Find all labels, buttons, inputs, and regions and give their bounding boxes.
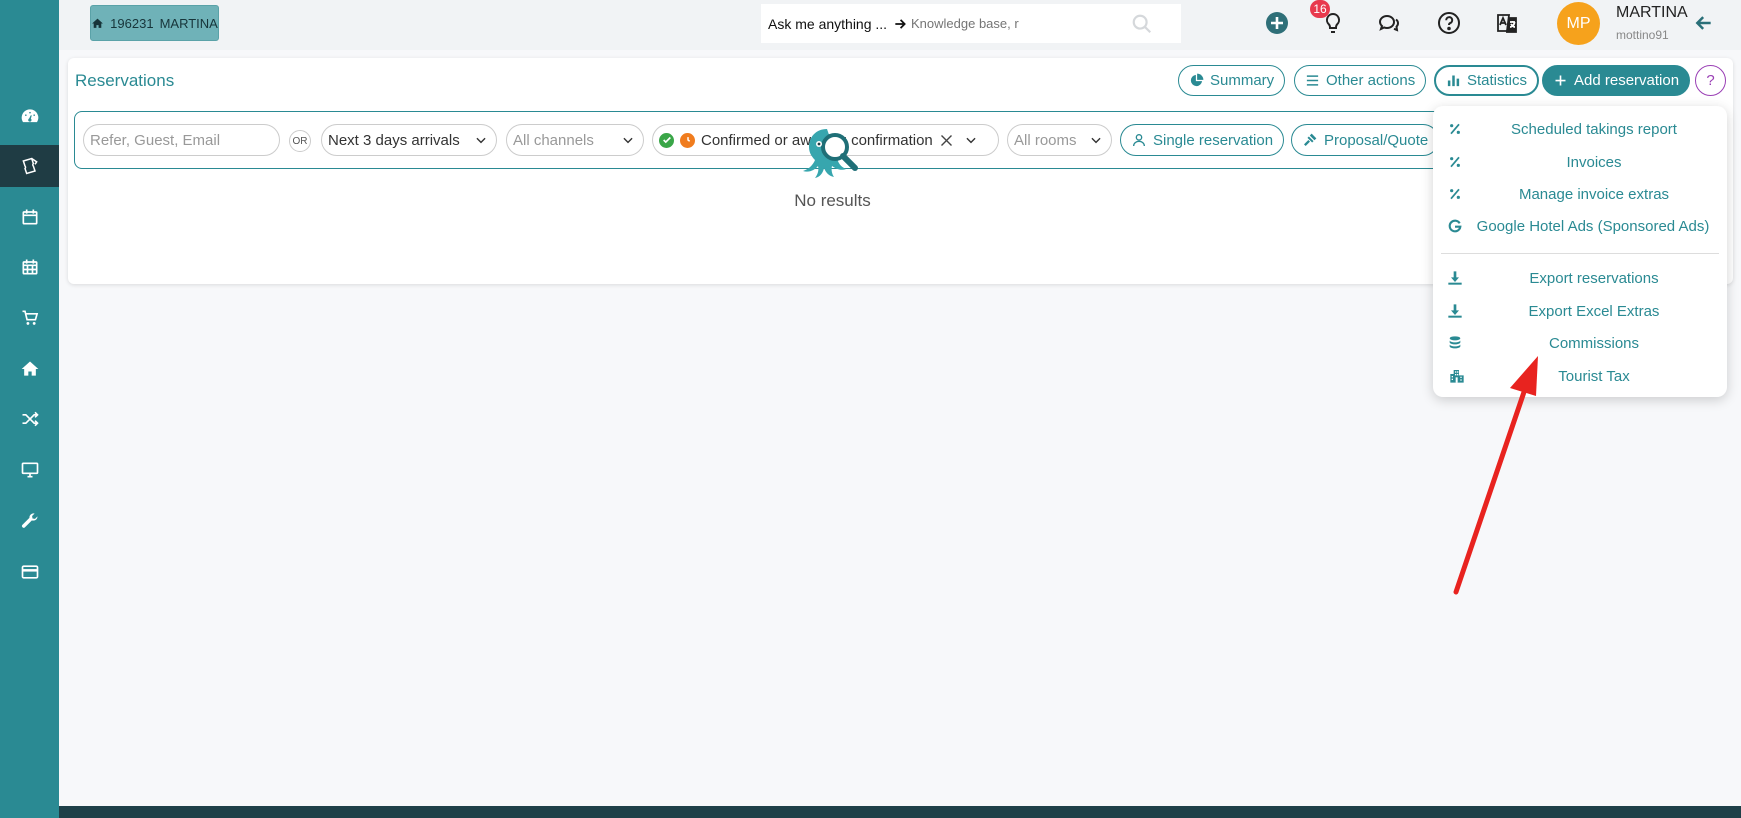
plus-circle-icon xyxy=(1266,12,1288,34)
menu-item-scheduled-takings-report[interactable]: Scheduled takings report xyxy=(1433,114,1727,144)
channels-select[interactable]: All channels xyxy=(506,124,644,156)
clear-x-icon[interactable] xyxy=(939,133,954,148)
add-reservation-button[interactable]: Add reservation xyxy=(1542,65,1691,96)
period-select[interactable]: Next 3 days arrivals xyxy=(321,124,497,156)
chevron-down-icon xyxy=(966,137,976,144)
page-title: Reservations xyxy=(75,71,175,90)
plus-icon xyxy=(1555,75,1566,86)
sidebar-item-channels[interactable] xyxy=(0,398,59,440)
menu-item-google-hotel-ads[interactable]: Google Hotel Ads (Sponsored Ads) xyxy=(1433,211,1727,241)
download-icon xyxy=(1448,271,1462,285)
download-icon xyxy=(1448,304,1462,318)
shuffle-icon xyxy=(22,411,39,427)
statistics-dropdown: Scheduled takings report Invoices Manage… xyxy=(1433,106,1727,397)
home-icon xyxy=(92,18,104,28)
menu-item-tourist-tax[interactable]: Tourist Tax xyxy=(1433,361,1727,391)
ask-label[interactable]: Ask me anything ... xyxy=(761,16,911,32)
chevron-down-icon xyxy=(476,137,486,144)
menu-item-invoices[interactable]: Invoices xyxy=(1433,147,1727,177)
menu-item-export-excel-extras[interactable]: Export Excel Extras xyxy=(1433,296,1727,326)
translate-icon xyxy=(1497,14,1517,33)
chat-button[interactable] xyxy=(1374,8,1404,38)
calendar-icon xyxy=(22,209,37,225)
percent-icon xyxy=(1450,123,1460,135)
arrow-right-icon xyxy=(895,18,906,29)
single-reservation-toggle[interactable]: Single reservation xyxy=(1120,124,1285,156)
sidebar-item-reservations[interactable] xyxy=(0,145,59,187)
statistics-button[interactable]: Statistics xyxy=(1434,65,1540,96)
chevron-down-icon xyxy=(623,137,633,144)
translate-button[interactable] xyxy=(1492,8,1522,38)
sidebar-item-planner[interactable] xyxy=(0,246,59,288)
menu-item-commissions[interactable]: Commissions xyxy=(1433,328,1727,358)
sidebar-item-website[interactable] xyxy=(0,449,59,491)
footer-bar xyxy=(59,806,1741,818)
wrench-icon xyxy=(21,513,37,528)
clock-icon xyxy=(680,132,695,148)
percent-icon xyxy=(1450,156,1460,168)
proposal-quote-toggle[interactable]: Proposal/Quote xyxy=(1291,124,1440,156)
monitor-icon xyxy=(21,462,38,478)
arrow-left-icon[interactable] xyxy=(1694,13,1714,33)
sidebar-item-payments[interactable] xyxy=(0,551,59,593)
help-center-button[interactable] xyxy=(1434,8,1464,38)
pie-chart-icon xyxy=(1190,73,1204,87)
ask-box: Ask me anything ... xyxy=(761,4,1181,43)
guest-search-input[interactable]: Refer, Guest, Email xyxy=(83,124,280,156)
sidebar-item-property[interactable] xyxy=(0,348,59,390)
menu-item-manage-invoice-extras[interactable]: Manage invoice extras xyxy=(1433,179,1727,209)
sidebar xyxy=(0,0,59,818)
filter-bar: Refer, Guest, Email OR Next 3 days arriv… xyxy=(74,111,1656,169)
notification-badge: 16 xyxy=(1310,0,1330,18)
search-icon[interactable] xyxy=(1131,13,1153,35)
question-circle-icon xyxy=(1438,12,1460,34)
sidebar-item-calendar[interactable] xyxy=(0,196,59,238)
page-help-button[interactable]: ? xyxy=(1695,65,1726,96)
summary-button[interactable]: Summary xyxy=(1178,65,1286,96)
sidebar-item-dashboard[interactable] xyxy=(0,95,59,137)
account-id: 196231 xyxy=(110,15,154,31)
chevron-down-icon xyxy=(1091,137,1101,144)
empty-state-text: No results xyxy=(794,191,871,210)
list-icon xyxy=(1306,75,1319,86)
chat-bubbles-icon xyxy=(1378,14,1400,32)
bar-chart-icon xyxy=(1447,75,1460,87)
sidebar-item-settings[interactable] xyxy=(0,500,59,542)
user-icon xyxy=(1133,134,1145,147)
google-icon xyxy=(1448,219,1462,233)
coins-icon xyxy=(1449,336,1461,349)
home-icon xyxy=(21,361,38,376)
check-circle-icon xyxy=(659,132,674,148)
user-name: MARTINA xyxy=(1616,4,1688,21)
gavel-icon xyxy=(1304,133,1317,146)
sidebar-item-shop[interactable] xyxy=(0,297,59,339)
credit-card-icon xyxy=(21,565,38,579)
other-actions-button[interactable]: Other actions xyxy=(1294,65,1427,96)
cart-icon xyxy=(22,310,38,325)
add-circle-button[interactable] xyxy=(1262,8,1292,38)
avatar[interactable]: MP xyxy=(1557,2,1600,45)
tickets-icon xyxy=(21,157,38,175)
account-name: MARTINA xyxy=(159,15,218,31)
octopus-magnifier-icon xyxy=(803,129,858,178)
gauge-icon xyxy=(21,109,38,123)
knowledge-search-input[interactable] xyxy=(911,8,1131,39)
calendar-grid-icon xyxy=(22,259,37,275)
account-badge[interactable]: 196231 MARTINA xyxy=(90,5,219,41)
rooms-select[interactable]: All rooms xyxy=(1007,124,1112,156)
menu-divider xyxy=(1441,253,1719,254)
user-handle: mottino91 xyxy=(1616,28,1669,42)
or-separator: OR xyxy=(289,130,311,152)
city-icon xyxy=(1450,370,1464,383)
percent-icon xyxy=(1450,188,1460,200)
menu-item-export-reservations[interactable]: Export reservations xyxy=(1433,263,1727,293)
